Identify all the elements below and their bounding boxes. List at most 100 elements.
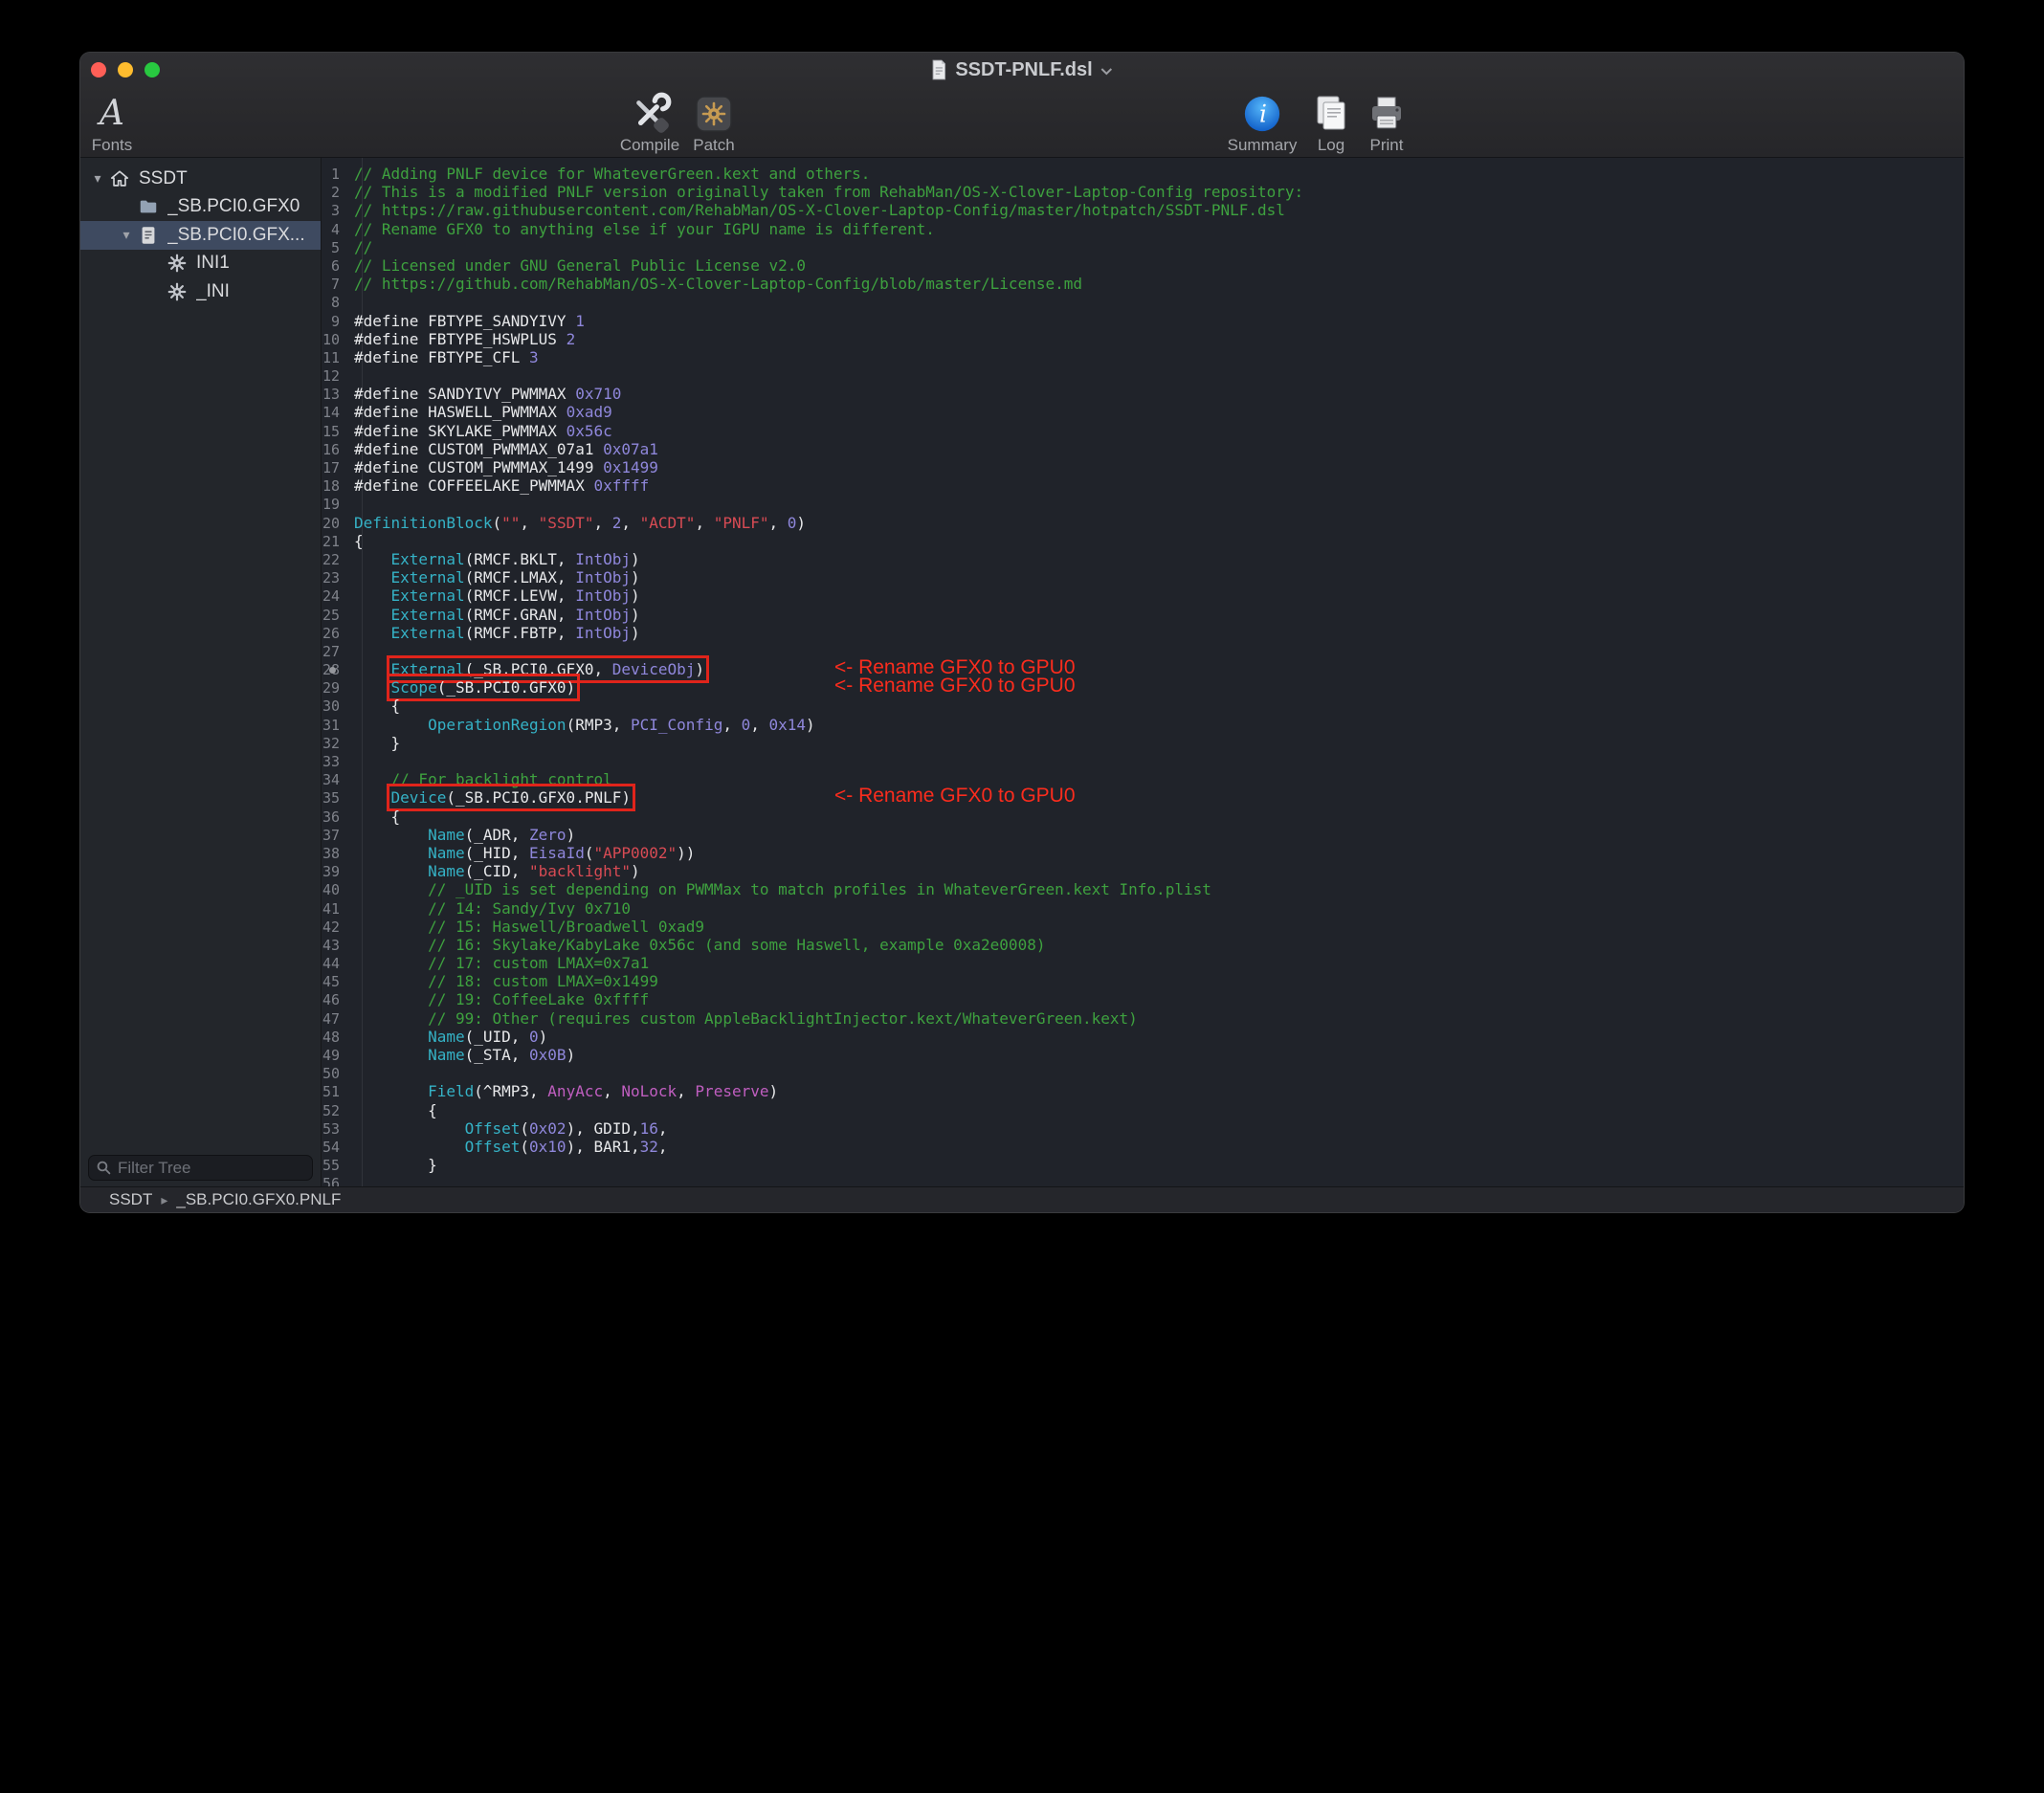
breadcrumb-path[interactable]: _SB.PCI0.GFX0.PNLF	[176, 1190, 341, 1209]
code-line-49[interactable]: 49 Name(_STA, 0x0B)	[322, 1046, 1964, 1064]
fonts-button[interactable]: A Fonts	[80, 92, 152, 155]
sidebar-item-ssdt[interactable]: ▾SSDT	[80, 165, 321, 193]
line-content: // Rename GFX0 to anything else if your …	[354, 220, 935, 238]
code-line-10[interactable]: 10#define FBTYPE_HSWPLUS 2	[322, 330, 1964, 348]
compile-icon	[628, 92, 672, 136]
sidebar-item-ini1[interactable]: INI1	[80, 250, 321, 278]
code-line-51[interactable]: 51 Field(^RMP3, AnyAcc, NoLock, Preserve…	[322, 1082, 1964, 1100]
code-token: 0	[788, 514, 797, 532]
line-content: DefinitionBlock("", "SSDT", 2, "ACDT", "…	[354, 514, 806, 532]
code-line-44[interactable]: 44 // 17: custom LMAX=0x7a1	[322, 954, 1964, 972]
code-line-48[interactable]: 48 Name(_UID, 0)	[322, 1028, 1964, 1046]
line-number: 51	[322, 1083, 354, 1101]
code-line-16[interactable]: 16#define CUSTOM_PWMMAX_07a1 0x07a1	[322, 440, 1964, 458]
rename-highlight-box: Scope(_SB.PCI0.GFX0)	[391, 678, 576, 697]
code-line-9[interactable]: 9#define FBTYPE_SANDYIVY 1	[322, 312, 1964, 330]
sidebar-item-sb-pci0-gfx0[interactable]: _SB.PCI0.GFX0	[80, 193, 321, 222]
code-line-4[interactable]: 4// Rename GFX0 to anything else if your…	[322, 220, 1964, 238]
sidebar-item-ini[interactable]: _INI	[80, 277, 321, 306]
code-line-35[interactable]: 35 Device(_SB.PCI0.GFX0.PNLF)<- Rename G…	[322, 788, 1964, 807]
code-line-7[interactable]: 7// https://github.com/RehabMan/OS-X-Clo…	[322, 275, 1964, 293]
line-number: 13	[322, 386, 354, 404]
code-line-45[interactable]: 45 // 18: custom LMAX=0x1499	[322, 972, 1964, 990]
minimize-icon[interactable]	[118, 62, 133, 77]
close-icon[interactable]	[91, 62, 106, 77]
code-token: IntObj	[575, 606, 631, 624]
print-button[interactable]: Print	[1346, 92, 1427, 155]
code-line-12[interactable]: 12	[322, 366, 1964, 385]
code-line-31[interactable]: 31 OperationRegion(RMP3, PCI_Config, 0, …	[322, 716, 1964, 734]
code-token: 0x56c	[567, 422, 612, 440]
code-line-24[interactable]: 24 External(RMCF.LEVW, IntObj)	[322, 587, 1964, 605]
code-token: (	[520, 1138, 529, 1156]
disclosure-triangle-icon[interactable]: ▾	[115, 227, 138, 243]
code-line-52[interactable]: 52 {	[322, 1101, 1964, 1119]
code-token: )	[631, 587, 640, 605]
code-token: "ACDT"	[640, 514, 696, 532]
code-line-53[interactable]: 53 Offset(0x02), GDID,16,	[322, 1119, 1964, 1138]
code-line-41[interactable]: 41 // 14: Sandy/Ivy 0x710	[322, 899, 1964, 918]
code-line-50[interactable]: 50	[322, 1064, 1964, 1082]
code-token: // For backlight control	[391, 770, 612, 788]
code-line-32[interactable]: 32 }	[322, 734, 1964, 752]
code-line-17[interactable]: 17#define CUSTOM_PWMMAX_1499 0x1499	[322, 458, 1964, 476]
code-token: #define SKYLAKE_PWMMAX	[354, 422, 567, 440]
code-line-43[interactable]: 43 // 16: Skylake/KabyLake 0x56c (and so…	[322, 936, 1964, 954]
breadcrumb-root[interactable]: SSDT	[109, 1190, 152, 1209]
patch-button[interactable]: Patch	[674, 92, 754, 155]
code-editor[interactable]: 1// Adding PNLF device for WhateverGreen…	[322, 158, 1964, 1186]
code-line-25[interactable]: 25 External(RMCF.GRAN, IntObj)	[322, 606, 1964, 624]
code-token: #define CUSTOM_PWMMAX_1499	[354, 458, 603, 476]
code-line-15[interactable]: 15#define SKYLAKE_PWMMAX 0x56c	[322, 422, 1964, 440]
code-line-8[interactable]: 8	[322, 293, 1964, 311]
code-line-26[interactable]: 26 External(RMCF.FBTP, IntObj)	[322, 624, 1964, 642]
code-line-28[interactable]: 28 External(_SB.PCI0.GFX0, DeviceObj)<- …	[322, 660, 1964, 678]
code-line-14[interactable]: 14#define HASWELL_PWMMAX 0xad9	[322, 403, 1964, 421]
sidebar-item-sb-pci0-gfx[interactable]: ▾_SB.PCI0.GFX...	[80, 221, 321, 250]
code-line-34[interactable]: 34 // For backlight control	[322, 770, 1964, 788]
code-line-40[interactable]: 40 // _UID is set depending on PWMMax to…	[322, 880, 1964, 898]
code-line-13[interactable]: 13#define SANDYIVY_PWMMAX 0x710	[322, 385, 1964, 403]
line-number: 43	[322, 937, 354, 955]
code-line-47[interactable]: 47 // 99: Other (requires custom AppleBa…	[322, 1009, 1964, 1028]
disclosure-triangle-icon[interactable]: ▾	[86, 170, 109, 187]
code-token: 0x10	[529, 1138, 567, 1156]
code-token	[354, 716, 428, 734]
titlebar[interactable]: SSDT-PNLF.dsl	[80, 53, 1964, 87]
code-line-23[interactable]: 23 External(RMCF.LMAX, IntObj)	[322, 568, 1964, 587]
code-token	[354, 587, 391, 605]
zoom-icon[interactable]	[144, 62, 160, 77]
code-line-39[interactable]: 39 Name(_CID, "backlight")	[322, 862, 1964, 880]
code-line-36[interactable]: 36 {	[322, 808, 1964, 826]
code-line-5[interactable]: 5//	[322, 238, 1964, 256]
filter-tree-input[interactable]: Filter Tree	[88, 1155, 313, 1181]
code-line-54[interactable]: 54 Offset(0x10), BAR1,32,	[322, 1138, 1964, 1156]
code-line-27[interactable]: 27	[322, 642, 1964, 660]
chevron-down-icon[interactable]	[1100, 67, 1114, 76]
code-line-30[interactable]: 30 {	[322, 697, 1964, 715]
code-line-11[interactable]: 11#define FBTYPE_CFL 3	[322, 348, 1964, 366]
code-line-22[interactable]: 22 External(RMCF.BKLT, IntObj)	[322, 550, 1964, 568]
code-line-42[interactable]: 42 // 15: Haswell/Broadwell 0xad9	[322, 918, 1964, 936]
line-number: 10	[322, 331, 354, 349]
code-line-37[interactable]: 37 Name(_ADR, Zero)	[322, 826, 1964, 844]
code-line-46[interactable]: 46 // 19: CoffeeLake 0xffff	[322, 990, 1964, 1008]
code-token: 0xad9	[567, 403, 612, 421]
code-line-33[interactable]: 33	[322, 752, 1964, 770]
code-line-19[interactable]: 19	[322, 495, 1964, 513]
line-number: 5	[322, 239, 354, 257]
line-content: #define CUSTOM_PWMMAX_07a1 0x07a1	[354, 440, 658, 458]
code-line-55[interactable]: 55 }	[322, 1156, 1964, 1174]
code-line-21[interactable]: 21{	[322, 532, 1964, 550]
code-line-18[interactable]: 18#define COFFEELAKE_PWMMAX 0xffff	[322, 476, 1964, 495]
code-line-29[interactable]: 29 Scope(_SB.PCI0.GFX0)<- Rename GFX0 to…	[322, 678, 1964, 697]
code-line-20[interactable]: 20DefinitionBlock("", "SSDT", 2, "ACDT",…	[322, 514, 1964, 532]
code-line-38[interactable]: 38 Name(_HID, EisaId("APP0002"))	[322, 844, 1964, 862]
code-line-1[interactable]: 1// Adding PNLF device for WhateverGreen…	[322, 165, 1964, 183]
code-line-6[interactable]: 6// Licensed under GNU General Public Li…	[322, 256, 1964, 275]
code-line-56[interactable]: 56	[322, 1174, 1964, 1186]
code-line-2[interactable]: 2// This is a modified PNLF version orig…	[322, 183, 1964, 201]
code-token: ,	[658, 1138, 668, 1156]
code-token: // 15: Haswell/Broadwell 0xad9	[428, 918, 704, 936]
code-line-3[interactable]: 3// https://raw.githubusercontent.com/Re…	[322, 201, 1964, 219]
